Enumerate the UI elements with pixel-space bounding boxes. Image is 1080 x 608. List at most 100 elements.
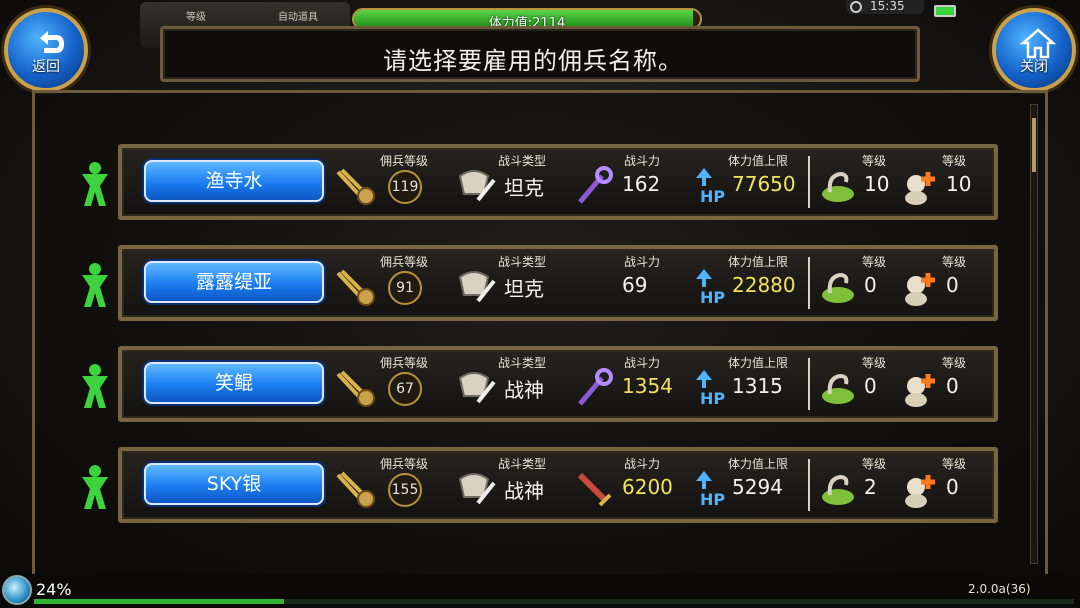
exp-fill — [34, 599, 284, 604]
exp-bar — [34, 599, 1074, 604]
svg-text:HP: HP — [700, 288, 725, 307]
level-a-label: 等级 — [862, 154, 887, 168]
merc-level-value: 155 — [388, 473, 422, 507]
power-value: 6200 — [622, 475, 673, 499]
clock-time: 15:35 — [870, 0, 905, 13]
level-a-value: 0 — [864, 273, 877, 297]
level-a-label: 等级 — [862, 356, 887, 370]
person-icon — [82, 364, 108, 408]
close-label: 关闭 — [1020, 59, 1048, 75]
crossed-swords-icon — [336, 370, 375, 407]
mercenary-name-button[interactable]: 露露缇亚 — [144, 261, 324, 303]
pet-plus-icon — [905, 374, 935, 407]
mercenary-name-button[interactable]: 渔寺水 — [144, 160, 324, 202]
battle-type-label: 战斗类型 — [498, 457, 547, 471]
power-value: 162 — [622, 172, 661, 196]
svg-text:HP: HP — [700, 490, 725, 509]
auto-item-label: 自动道具 — [278, 12, 318, 23]
person-icon — [82, 162, 108, 206]
power-value: 1354 — [622, 374, 673, 398]
mercenary-row[interactable]: 露露缇亚 佣兵等级 91 战斗类型 坦克 战斗力 69 HP 体力值上限 228… — [82, 245, 998, 321]
hp-max-label: 体力值上限 — [728, 154, 789, 168]
level-b-value: 0 — [946, 273, 959, 297]
mercenary-row[interactable]: 渔寺水 佣兵等级 119 战斗类型 坦克 战斗力 162 HP 体力值上限 77… — [82, 144, 998, 220]
helmet-sword-icon — [458, 372, 496, 404]
clock-icon — [850, 1, 862, 13]
svg-text:HP: HP — [700, 187, 725, 206]
hp-max-value: 77650 — [732, 172, 796, 196]
mercenary-name: 渔寺水 — [205, 170, 263, 192]
power-value: 69 — [622, 273, 648, 297]
hp-max-label: 体力值上限 — [728, 356, 789, 370]
mercenary-name-button[interactable]: 笑鲲 — [144, 362, 324, 404]
divider — [808, 459, 810, 511]
level-a-value: 2 — [864, 475, 877, 499]
power-label: 战斗力 — [624, 457, 661, 471]
merc-level-value: 119 — [388, 170, 422, 204]
mercenary-row[interactable]: 笑鲲 佣兵等级 67 战斗类型 战神 战斗力 1354 HP 体力值上限 131… — [82, 346, 998, 422]
version-text: 2.0.0a(36) — [968, 582, 1031, 596]
battle-type-label: 战斗类型 — [498, 154, 547, 168]
merc-level-label: 佣兵等级 — [380, 255, 429, 269]
battle-type-value: 战神 — [504, 479, 544, 503]
power-label: 战斗力 — [624, 356, 661, 370]
dragon-icon — [822, 272, 854, 303]
crossed-swords-icon — [336, 168, 375, 205]
level-b-label: 等级 — [942, 356, 967, 370]
crossed-swords-icon — [336, 269, 375, 306]
dragon-icon — [822, 474, 854, 505]
mercenary-name-button[interactable]: SKY银 — [144, 463, 324, 505]
hp-max-value: 5294 — [732, 475, 783, 499]
level-b-label: 等级 — [942, 457, 967, 471]
divider — [808, 358, 810, 410]
power-label: 战斗力 — [624, 255, 661, 269]
scrollbar-thumb[interactable] — [1032, 118, 1036, 172]
battery-icon — [934, 5, 956, 17]
sword-icon — [577, 472, 612, 507]
exp-percent: 24% — [36, 580, 72, 599]
battle-type-value: 战神 — [504, 378, 544, 402]
hp-up-icon: HP — [696, 370, 725, 408]
dragon-icon — [822, 373, 854, 404]
level-b-value: 0 — [946, 374, 959, 398]
level-a-value: 10 — [864, 172, 890, 196]
clock: 15:35 — [846, 0, 924, 14]
staff-icon — [578, 368, 613, 406]
mercenary-name: SKY银 — [206, 473, 262, 495]
merc-level-value: 67 — [388, 372, 422, 406]
hp-up-icon: HP — [696, 168, 725, 206]
close-button[interactable]: 关闭 — [992, 8, 1076, 92]
hp-up-icon: HP — [696, 269, 725, 307]
exp-orb-icon — [2, 575, 32, 605]
pet-plus-icon — [905, 475, 935, 508]
crossed-swords-icon — [336, 471, 375, 508]
level-b-value: 0 — [946, 475, 959, 499]
level-b-label: 等级 — [942, 154, 967, 168]
level-b-value: 10 — [946, 172, 972, 196]
divider — [808, 156, 810, 208]
scrollbar[interactable] — [1030, 104, 1038, 564]
helmet-sword-icon — [458, 271, 496, 303]
svg-text:HP: HP — [700, 389, 725, 408]
pet-plus-icon — [905, 273, 935, 306]
merc-level-label: 佣兵等级 — [380, 457, 429, 471]
back-button[interactable]: 返回 — [4, 8, 88, 92]
hp-max-label: 体力值上限 — [728, 457, 789, 471]
level-a-label: 等级 — [862, 457, 887, 471]
level-a-value: 0 — [864, 374, 877, 398]
merc-level-value: 91 — [388, 271, 422, 305]
dragon-icon — [822, 171, 854, 202]
hp-max-label: 体力值上限 — [728, 255, 789, 269]
mercenary-name: 露露缇亚 — [195, 271, 272, 293]
level-a-label: 等级 — [862, 255, 887, 269]
mercenary-row[interactable]: SKY银 佣兵等级 155 战斗类型 战神 战斗力 6200 HP 体力值上限 … — [82, 447, 998, 523]
helmet-sword-icon — [458, 473, 496, 505]
merc-level-label: 佣兵等级 — [380, 154, 429, 168]
battle-type-label: 战斗类型 — [498, 255, 547, 269]
staff-icon — [578, 166, 613, 204]
divider — [808, 257, 810, 309]
battle-type-label: 战斗类型 — [498, 356, 547, 370]
hp-up-icon: HP — [696, 471, 725, 509]
person-icon — [82, 263, 108, 307]
pet-plus-icon — [905, 172, 935, 205]
